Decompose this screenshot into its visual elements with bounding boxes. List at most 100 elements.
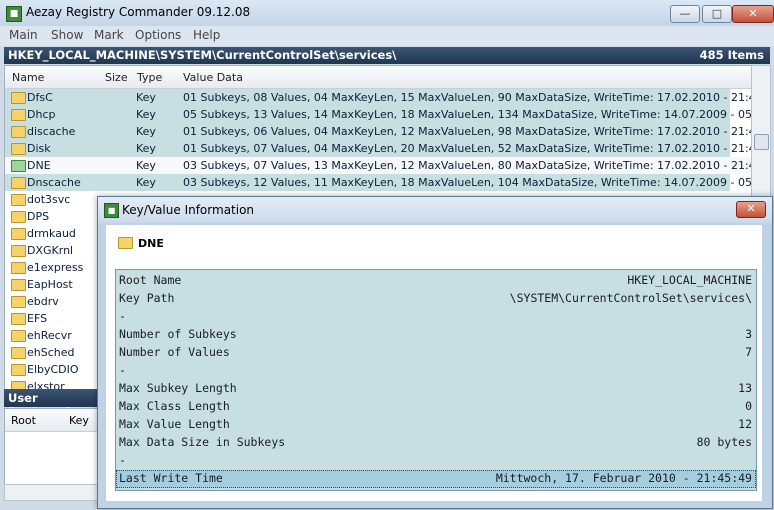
folder-icon (11, 211, 26, 223)
row-value-data: 03 Subkeys, 07 Values, 13 MaxKeyLen, 12 … (183, 159, 752, 172)
row-type: Key (136, 159, 156, 172)
list-row[interactable]: Dnscache Key 03 Subkeys, 12 Values, 11 Max… (5, 174, 751, 191)
folder-icon (11, 109, 26, 121)
info-value: HKEY_LOCAL_MACHINE (627, 273, 752, 287)
folder-icon (11, 364, 26, 376)
folder-icon (11, 160, 26, 172)
info-value: 80 bytes (696, 435, 752, 449)
row-name: ElbyCDIO (27, 363, 79, 376)
row-name: Dhcp (27, 108, 56, 121)
list-row[interactable]: DfsC Key 01 Subkeys, 08 Values, 04 MaxKeyL… (5, 89, 751, 106)
menu-options[interactable]: Options (135, 28, 181, 42)
dialog-title: Key/Value Information (122, 203, 255, 217)
row-value-data: 01 Subkeys, 07 Values, 04 MaxKeyLen, 20 … (183, 142, 752, 155)
info-label: Key Path (119, 291, 175, 305)
row-type: Key (136, 91, 156, 104)
info-row[interactable]: Root Name HKEY_LOCAL_MACHINE (116, 272, 756, 290)
menu-show[interactable]: Show (51, 28, 83, 42)
minimize-button[interactable]: — (670, 5, 700, 23)
info-row[interactable]: Max Class Length 0 (116, 398, 756, 416)
info-value: 3 (745, 327, 752, 341)
menu-bar: Main Show Mark Options Help (0, 26, 774, 46)
row-type: Key (136, 125, 156, 138)
folder-icon (11, 194, 26, 206)
folder-icon (11, 296, 26, 308)
column-value-data[interactable]: Value Data (183, 71, 243, 84)
info-label: Max Data Size in Subkeys (119, 435, 286, 449)
info-label: Number of Subkeys (119, 327, 237, 341)
info-row[interactable]: Key Path \SYSTEM\CurrentControlSet\servic… (116, 290, 756, 308)
row-value-data: 05 Subkeys, 13 Values, 14 MaxKeyLen, 18 … (183, 108, 752, 121)
row-name: drmkaud (27, 227, 76, 240)
info-row[interactable]: Number of Subkeys 3 (116, 326, 756, 344)
info-value: 13 (738, 381, 752, 395)
folder-icon (11, 279, 26, 291)
horizontal-scrollbar[interactable] (4, 484, 106, 501)
dialog-app-icon: ■ (104, 203, 119, 218)
folder-icon (11, 313, 26, 325)
menu-help[interactable]: Help (193, 28, 220, 42)
folder-icon (118, 237, 133, 249)
info-row[interactable]: - (116, 308, 756, 326)
list-header: Name Size Type Value Data (5, 66, 751, 89)
row-name: DPS (27, 210, 50, 223)
folder-icon (11, 143, 26, 155)
current-path: HKEY_LOCAL_MACHINE\SYSTEM\CurrentControl… (8, 48, 397, 62)
row-name: e1express (27, 261, 84, 274)
dialog-title-bar: ■ Key/Value Information ✕ (98, 197, 772, 223)
row-name: ehSched (27, 346, 75, 359)
info-row[interactable]: Max Subkey Length 13 (116, 380, 756, 398)
maximize-button[interactable]: □ (702, 5, 732, 23)
info-row[interactable]: Max Data Size in Subkeys 80 bytes (116, 434, 756, 452)
dialog-close-button[interactable]: ✕ (736, 201, 766, 218)
row-name: dot3svc (27, 193, 71, 206)
row-name: Dnscache (27, 176, 81, 189)
list-row[interactable]: Dhcp Key 05 Subkeys, 13 Values, 14 MaxKeyL… (5, 106, 751, 123)
title-bar: ■ Aezay Registry Commander 09.12.08 — □ … (0, 0, 774, 27)
column-type[interactable]: Type (137, 71, 162, 84)
folder-icon (11, 245, 26, 257)
info-label: Root Name (119, 273, 182, 287)
column-key[interactable]: Key (69, 414, 89, 427)
path-bar: HKEY_LOCAL_MACHINE\SYSTEM\CurrentControl… (4, 47, 770, 64)
menu-mark[interactable]: Mark (94, 28, 124, 42)
info-label: Last Write Time (119, 471, 223, 485)
item-count: 485 Items (699, 48, 764, 62)
key-info-table: Root Name HKEY_LOCAL_MACHINE Key Path \SYST… (115, 269, 757, 491)
list-row[interactable]: DNE Key 03 Subkeys, 07 Values, 13 MaxKeyLe… (5, 157, 751, 174)
list-row[interactable]: Disk Key 01 Subkeys, 07 Values, 04 MaxKeyL… (5, 140, 751, 157)
info-row[interactable]: Max Value Length 12 (116, 416, 756, 434)
key-value-info-dialog: ■ Key/Value Information ✕ DNE Root Name H… (97, 196, 773, 509)
info-value: 12 (738, 417, 752, 431)
list-row[interactable]: discache Key 01 Subkeys, 06 Values, 04 Max… (5, 123, 751, 140)
row-name: DXGKrnl (27, 244, 74, 257)
bookmarks-header: Root Key (5, 409, 105, 432)
app-icon: ■ (6, 6, 22, 22)
folder-icon (11, 92, 26, 104)
info-label: Max Class Length (119, 399, 230, 413)
row-type: Key (136, 142, 156, 155)
info-row[interactable]: - (116, 452, 756, 470)
scrollbar-thumb[interactable] (754, 134, 769, 150)
info-label: - (119, 363, 126, 377)
column-name[interactable]: Name (12, 71, 44, 84)
info-value: Mittwoch, 17. Februar 2010 - 21:45:49 (495, 471, 752, 485)
row-name: DNE (27, 159, 51, 172)
info-row[interactable]: Last Write Time Mittwoch, 17. Februar 201… (116, 470, 756, 488)
row-name: Disk (27, 142, 51, 155)
row-name: DfsC (27, 91, 53, 104)
row-value-data: 01 Subkeys, 08 Values, 04 MaxKeyLen, 15 … (183, 91, 752, 104)
column-root[interactable]: Root (11, 414, 36, 427)
info-label: - (119, 453, 126, 467)
folder-icon (11, 347, 26, 359)
info-label: Max Subkey Length (119, 381, 237, 395)
column-size[interactable]: Size (105, 71, 128, 84)
close-button[interactable]: ✕ (732, 5, 774, 23)
menu-main[interactable]: Main (9, 28, 38, 42)
folder-icon (11, 330, 26, 342)
info-row[interactable]: - (116, 362, 756, 380)
row-name: discache (27, 125, 76, 138)
info-label: Max Value Length (119, 417, 230, 431)
info-row[interactable]: Number of Values 7 (116, 344, 756, 362)
bookmarks-panel-title: User Bookmarks (4, 389, 104, 419)
